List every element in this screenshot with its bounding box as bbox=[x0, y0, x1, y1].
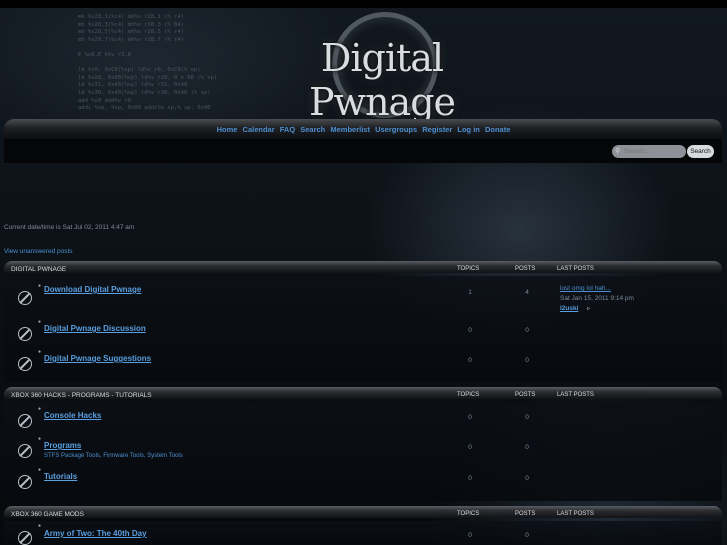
forum-marker-icon: ● bbox=[38, 319, 42, 325]
nav-calendar[interactable]: Calendar bbox=[243, 125, 275, 134]
category-header bbox=[4, 506, 722, 518]
forum-topics-count: 0 bbox=[468, 532, 472, 539]
forum-topics-count: 0 bbox=[468, 327, 472, 334]
last-post-user[interactable]: l2uski bbox=[560, 305, 578, 312]
col-last-posts: LAST POSTS bbox=[557, 266, 594, 272]
forum-topics-count: 0 bbox=[468, 444, 472, 451]
forum-marker-icon: ● bbox=[38, 406, 42, 412]
goto-last-post-icon[interactable]: ▹ bbox=[587, 305, 590, 312]
top-strip bbox=[0, 0, 727, 8]
search-icon: ⚲ bbox=[615, 148, 621, 155]
forum-description[interactable]: STFS Package Tools, Firmware Tools, Syst… bbox=[44, 453, 183, 459]
category-body bbox=[4, 402, 722, 501]
forum-posts-count: 0 bbox=[525, 357, 529, 364]
forum-title[interactable]: Digital Pwnage Discussion bbox=[44, 324, 146, 333]
nav-search[interactable]: Search bbox=[300, 125, 325, 134]
forum-posts-count: 0 bbox=[525, 414, 529, 421]
col-posts: POSTS bbox=[515, 266, 536, 272]
forum-marker-icon: ● bbox=[38, 467, 42, 473]
forum-posts-count: 0 bbox=[525, 444, 529, 451]
forum-read-icon bbox=[18, 327, 32, 341]
view-unanswered-link[interactable]: View unanswered posts bbox=[4, 248, 73, 255]
site-logo[interactable]: Digital Pwnage bbox=[252, 36, 512, 124]
nav-register[interactable]: Register bbox=[422, 125, 452, 134]
category-title[interactable]: XBOX 360 GAME MODS bbox=[11, 511, 84, 518]
forum-topics-count: 0 bbox=[468, 475, 472, 482]
forum-posts-count: 0 bbox=[525, 475, 529, 482]
nav-donate[interactable]: Donate bbox=[485, 125, 510, 134]
forum-topics-count: 0 bbox=[468, 357, 472, 364]
last-post-title[interactable]: lost omg lol hah... bbox=[560, 285, 611, 292]
category-title[interactable]: XBOX 360 HACKS - PROGRAMS - TUTORIALS bbox=[11, 392, 152, 399]
search-button[interactable]: Search bbox=[687, 145, 714, 158]
nav-login[interactable]: Log in bbox=[457, 125, 480, 134]
forum-title[interactable]: Programs bbox=[44, 441, 81, 450]
forum-posts-count: 0 bbox=[525, 532, 529, 539]
forum-marker-icon: ● bbox=[38, 523, 42, 529]
forum-read-icon bbox=[18, 357, 32, 371]
forum-title[interactable]: Download Digital Pwnage bbox=[44, 285, 141, 294]
forum-marker-icon: ● bbox=[38, 436, 42, 442]
forum-topics-count: 1 bbox=[468, 289, 472, 296]
category-title[interactable]: DIGITAL PWNAGE bbox=[11, 266, 66, 273]
col-topics: TOPICS bbox=[457, 266, 480, 272]
forum-title[interactable]: Army of Two: The 40th Day bbox=[44, 529, 147, 538]
col-topics: TOPICS bbox=[457, 392, 480, 398]
forum-read-icon bbox=[18, 291, 32, 305]
col-topics: TOPICS bbox=[457, 511, 480, 517]
forum-read-icon bbox=[18, 531, 32, 545]
nav-usergroups[interactable]: Usergroups bbox=[375, 125, 417, 134]
col-posts: POSTS bbox=[515, 511, 536, 517]
forum-posts-count: 4 bbox=[525, 289, 529, 296]
col-last-posts: LAST POSTS bbox=[557, 511, 594, 517]
category-header bbox=[4, 261, 722, 273]
forum-marker-icon: ● bbox=[38, 349, 42, 355]
forum-marker-icon: ● bbox=[38, 283, 42, 289]
forum-posts-count: 0 bbox=[525, 327, 529, 334]
col-last-posts: LAST POSTS bbox=[557, 392, 594, 398]
forum-read-icon bbox=[18, 414, 32, 428]
forum-topics-count: 0 bbox=[468, 414, 472, 421]
nav-home[interactable]: Home bbox=[217, 125, 238, 134]
nav-memberlist[interactable]: Memberlist bbox=[330, 125, 370, 134]
main-nav: Home Calendar FAQ Search Memberlist User… bbox=[0, 125, 727, 134]
forum-title[interactable]: Digital Pwnage Suggestions bbox=[44, 354, 151, 363]
nav-faq[interactable]: FAQ bbox=[280, 125, 295, 134]
col-posts: POSTS bbox=[515, 392, 536, 398]
forum-read-icon bbox=[18, 475, 32, 489]
forum-read-icon bbox=[18, 444, 32, 458]
forum-title[interactable]: Tutorials bbox=[44, 472, 77, 481]
last-post-date: Sat Jan 15, 2011 9:14 pm bbox=[560, 295, 634, 302]
search-input[interactable] bbox=[612, 145, 686, 158]
current-datetime: Current date/time is Sat Jul 02, 2011 4:… bbox=[4, 224, 135, 231]
header-code-art: mk %v28,1(%c4) mk%v r28.1 (% r4) mb %v28… bbox=[78, 14, 218, 126]
forum-title[interactable]: Console Hacks bbox=[44, 411, 101, 420]
